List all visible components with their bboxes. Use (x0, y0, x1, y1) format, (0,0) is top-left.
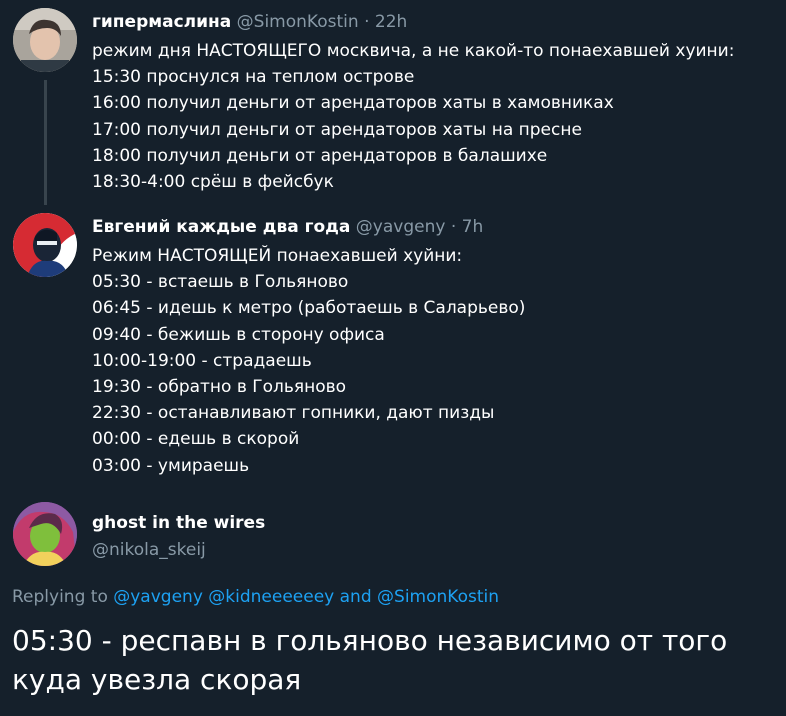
user-handle[interactable]: @SimonKostin (237, 12, 359, 32)
separator-dot: · (364, 12, 370, 32)
tweet-line: 03:00 - умираешь (92, 455, 250, 476)
user-photo-icon (13, 502, 77, 566)
display-name[interactable]: гипермаслина (92, 12, 231, 32)
timestamp[interactable]: 22h (375, 12, 407, 32)
mention-link[interactable]: @SimonKostin (377, 587, 499, 607)
tweet-line: 17:00 получил деньги от арендаторов хаты… (92, 119, 582, 140)
mention-link[interactable]: @yavgeny (113, 587, 203, 607)
avatar[interactable] (13, 502, 77, 566)
mention-link[interactable]: @kidneeeeeey (208, 587, 334, 607)
tweet-line: 06:45 - идешь к метро (работаешь в Салар… (92, 298, 526, 319)
tweet-text: режим дня НАСТОЯЩЕГО москвича, а не како… (92, 38, 776, 195)
user-handle[interactable]: @yavgeny (356, 217, 446, 237)
tweet-header: гипермаслина @SimonKostin · 22h (92, 10, 776, 34)
user-photo-icon (13, 213, 77, 277)
mention-and-label[interactable]: and (340, 587, 372, 607)
tweet-line: 05:30 - встаешь в Гольяново (92, 272, 349, 293)
tweet-line: 10:00-19:00 - страдаешь (92, 350, 312, 371)
separator-dot: · (450, 217, 457, 237)
replying-to: Replying to @yavgeny @kidneeeeeey and @S… (12, 584, 499, 610)
tweet-line: 19:30 - обратно в Гольяново (92, 377, 347, 398)
tweet-text: Режим НАСТОЯЩЕЙ понаехавшей хуйни: 05:30… (92, 243, 776, 479)
thread-line (44, 80, 47, 205)
tweet-header: Евгений каждые два года @yavgeny · 7h (92, 215, 776, 239)
tweet-line: 18:30-4:00 срёш в фейсбук (92, 172, 334, 193)
tweet-line: режим дня НАСТОЯЩЕГО москвича, а не како… (92, 41, 735, 61)
user-photo-icon (13, 8, 77, 72)
tweet-line: 16:00 получил деньги от арендаторов хаты… (92, 93, 614, 114)
tweet-line: 00:00 - едешь в скорой (92, 429, 300, 450)
avatar[interactable] (13, 213, 77, 277)
avatar[interactable] (13, 8, 77, 72)
main-user-handle[interactable]: @nikola_skeij (92, 537, 206, 563)
tweet-line: 15:30 проснулся на теплом острове (92, 67, 415, 88)
tweet-line: 18:00 получил деньги от арендаторов в ба… (92, 145, 548, 166)
main-tweet-text: 05:30 - респавн в гольяново независимо о… (12, 624, 728, 696)
tweet-line: 09:40 - бежишь в сторону офиса (92, 324, 385, 345)
timestamp[interactable]: 7h (462, 217, 484, 237)
main-display-name[interactable]: ghost in the wires (92, 510, 265, 536)
tweet-line: Режим НАСТОЯЩЕЙ понаехавшей хуйни: (92, 246, 463, 266)
display-name[interactable]: Евгений каждые два года (92, 217, 350, 237)
tweet-line: 22:30 - останавливают гопники, дают пизд… (92, 403, 495, 424)
replying-to-label: Replying to (12, 587, 108, 607)
